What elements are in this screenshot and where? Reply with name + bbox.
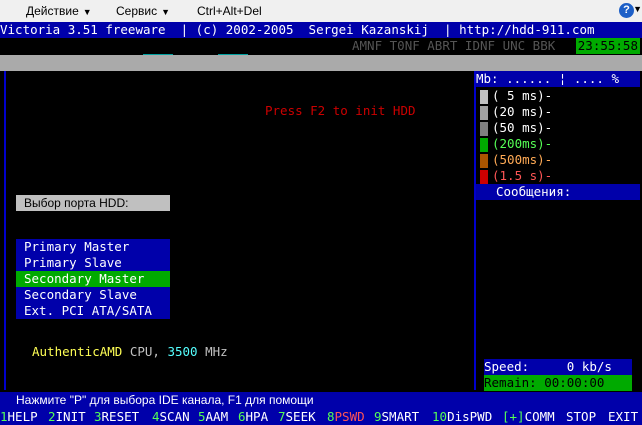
fkey-label: AAM — [205, 409, 229, 424]
menu-action-label: Действие — [26, 4, 79, 18]
fkey-label: SMART — [381, 409, 420, 424]
fkey-init[interactable]: 2INIT — [48, 408, 86, 425]
messages-title-label: Сообщения: — [496, 184, 572, 199]
fkey-number: 6 — [238, 409, 246, 424]
fkey-smart[interactable]: 9SMART — [374, 408, 419, 425]
latency-label: (1.5 s)- — [492, 168, 553, 183]
fkey-scan[interactable]: 4SCAN — [152, 408, 190, 425]
menu-action[interactable]: Действие ▼ — [26, 4, 92, 18]
remain-readout: Remain: 00:00:00 — [484, 375, 632, 391]
fkey-seek[interactable]: 7SEEK — [278, 408, 316, 425]
fkey-label: INIT — [55, 409, 86, 424]
function-key-bar: 1HELP 2INIT 3RESET 4SCAN 5AAM 6HPA 7SEEK 8PSWD 9… — [0, 408, 642, 425]
latency-legend-row: (20 ms)- — [480, 104, 552, 120]
latency-legend-row: (200ms)- — [480, 136, 552, 152]
port-menu-items: Primary Master Primary Slave Secondary Mas… — [16, 239, 170, 319]
fkey-exit[interactable]: EXIT — [608, 408, 638, 425]
port-option-primary-slave[interactable]: Primary Slave — [16, 255, 170, 271]
fkey-label: DisPWD — [447, 409, 493, 424]
fkey-comm[interactable]: [+]COMM — [502, 408, 555, 425]
port-menu-title: Выбор порта HDD: — [16, 195, 170, 211]
fkey-number: 4 — [152, 409, 160, 424]
fkey-label: SCAN — [159, 409, 190, 424]
speed-readout: Speed: 0 kb/s — [484, 359, 632, 375]
fkey-label: RESET — [101, 409, 140, 424]
chevron-down-icon: ▼ — [161, 7, 171, 17]
cpu-frequency-unit: MHz — [205, 344, 228, 359]
latency-swatch — [480, 121, 488, 136]
port-select-menu: Выбор порта HDD: Primary Master Primary S… — [16, 167, 170, 333]
port-option-secondary-slave[interactable]: Secondary Slave — [16, 287, 170, 303]
fkey-number: 5 — [198, 409, 206, 424]
flag-t0nf: T0NF — [389, 38, 420, 53]
latency-swatch — [480, 89, 488, 104]
latency-label: (50 ms)- — [492, 120, 553, 135]
latency-legend-row: (50 ms)- — [480, 120, 552, 136]
fkey-number: 10 — [432, 409, 448, 424]
menu-service[interactable]: Сервис ▼ — [116, 4, 170, 18]
fkey-dispwd[interactable]: 10DisPWD — [432, 408, 492, 425]
latency-legend-row: (500ms)- — [480, 152, 552, 168]
menu-ctrl-alt-del[interactable]: Ctrl+Alt+Del — [197, 4, 262, 18]
flag-abrt: ABRT — [427, 38, 458, 53]
fkey-label: SEEK — [285, 409, 316, 424]
cpu-frequency: 3500 — [167, 344, 198, 359]
latency-label: ( 5 ms)- — [492, 88, 553, 103]
window-menubar: Действие ▼ Сервис ▼ Ctrl+Alt+Del ? ▼ — [0, 0, 642, 22]
cpu-label: CPU, — [129, 344, 160, 359]
fkey-label: EXIT — [608, 409, 639, 424]
latency-swatch — [480, 137, 488, 152]
fkey-number: 7 — [278, 409, 286, 424]
flag-amnf: AMNF — [352, 38, 383, 53]
messages-title: Сообщения: — [476, 184, 640, 200]
flag-bbk: BBK — [532, 38, 556, 53]
fkey-hpa[interactable]: 6HPA — [238, 408, 268, 425]
fkey-number: 9 — [374, 409, 382, 424]
fkey-pswd[interactable]: 8PSWD — [327, 408, 365, 425]
latency-label: (200ms)- — [492, 136, 553, 151]
cpu-info: AuthenticAMD CPU, 3500 MHz — [32, 344, 228, 360]
latency-legend-row: (1.5 s)- — [480, 168, 552, 184]
latency-swatch — [480, 169, 488, 184]
fkey-reset[interactable]: 3RESET — [94, 408, 139, 425]
fkey-aam[interactable]: 5AAM — [198, 408, 228, 425]
fkey-stop[interactable]: STOP — [566, 408, 596, 425]
fkey-number: 2 — [48, 409, 56, 424]
hint-line: Нажмите "P" для выбора IDE канала, F1 дл… — [0, 392, 642, 408]
latency-label: (20 ms)- — [492, 104, 553, 119]
flag-unc: UNC — [502, 38, 526, 53]
clock: 23:55:58 — [575, 38, 640, 54]
status-flags-bar: ERR INX CORR DRQ DRSC WRFT DRDY BUSY AMN… — [0, 38, 642, 69]
header-bar: Всего LBA Press F2 to init HDD SN: — [0, 55, 642, 134]
chevron-down-icon[interactable]: ▼ — [633, 4, 642, 14]
latency-legend-row: ( 5 ms)- — [480, 88, 552, 104]
menu-service-label: Сервис — [116, 4, 158, 18]
fkey-number: 8 — [327, 409, 335, 424]
mb-progress-line: Mb: ...... ¦ .... % — [476, 71, 640, 87]
fkey-number: [+] — [502, 409, 525, 424]
fkey-number: 1 — [0, 409, 8, 424]
port-option-secondary-master[interactable]: Secondary Master — [16, 271, 170, 287]
port-option-primary-master[interactable]: Primary Master — [16, 239, 170, 255]
chevron-down-icon: ▼ — [82, 7, 92, 17]
fkey-label: HELP — [7, 409, 38, 424]
latency-swatch — [480, 105, 488, 120]
fkey-label: HPA — [245, 409, 269, 424]
fkey-label: STOP — [566, 409, 597, 424]
fkey-number: 3 — [94, 409, 102, 424]
latency-label: (500ms)- — [492, 152, 553, 167]
flag-idnf: IDNF — [464, 38, 496, 53]
help-icon[interactable]: ? — [619, 3, 634, 18]
fkey-label: PSWD — [334, 409, 365, 424]
fkey-label: COMM — [524, 409, 555, 424]
cpu-vendor: AuthenticAMD — [32, 344, 123, 359]
app-title: Victoria 3.51 freeware | (c) 2002-2005 S… — [0, 22, 642, 38]
latency-swatch — [480, 153, 488, 168]
port-option-ext-pci-ata-sata[interactable]: Ext. PCI ATA/SATA — [16, 303, 170, 319]
fkey-help[interactable]: 1HELP — [0, 408, 38, 425]
status-flags-right: AMNF T0NF ABRT IDNF UNC BBK — [352, 38, 555, 54]
